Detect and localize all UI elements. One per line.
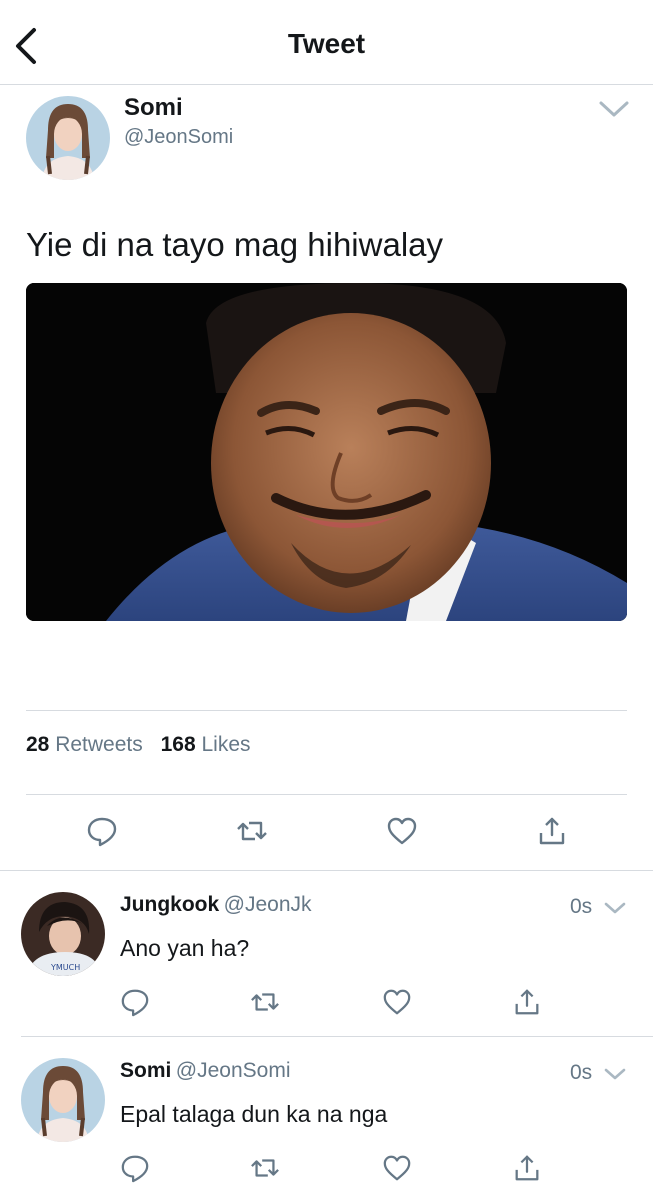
reply-icon[interactable]: [86, 815, 118, 847]
author-name[interactable]: Somi: [124, 94, 183, 122]
like-heart-icon[interactable]: [382, 987, 412, 1017]
like-heart-icon[interactable]: [386, 815, 418, 847]
reply-tweet[interactable]: YMUCH Jungkook @JeonJk 0s Ano yan ha?: [0, 871, 653, 1036]
reply-author-avatar[interactable]: [21, 1058, 105, 1142]
reply-author-name[interactable]: Jungkook: [120, 893, 219, 916]
svg-text:YMUCH: YMUCH: [50, 963, 80, 972]
reply-text: Ano yan ha?: [120, 935, 250, 961]
likes-label[interactable]: Likes: [201, 733, 250, 756]
reply-author-avatar[interactable]: YMUCH: [21, 892, 105, 976]
chevron-down-icon[interactable]: [598, 98, 630, 120]
retweet-icon[interactable]: [250, 1153, 280, 1183]
reply-text: Epal talaga dun ka na nga: [120, 1101, 388, 1127]
divider: [26, 710, 627, 711]
retweet-icon[interactable]: [236, 815, 268, 847]
author-avatar[interactable]: [26, 96, 110, 180]
top-bar: Tweet: [0, 0, 653, 85]
reply-icon[interactable]: [120, 1153, 150, 1183]
tweet-text: Yie di na tayo mag hihiwalay: [26, 226, 444, 263]
share-icon[interactable]: [536, 815, 568, 847]
reply-author-handle[interactable]: @JeonSomi: [176, 1059, 291, 1082]
page-title: Tweet: [287, 28, 366, 59]
chevron-down-icon[interactable]: [604, 901, 626, 915]
retweets-count[interactable]: 28: [26, 733, 49, 756]
reply-icon[interactable]: [120, 987, 150, 1017]
retweets-label[interactable]: Retweets: [55, 733, 143, 756]
reply-timestamp: 0s: [570, 895, 593, 918]
divider: [26, 794, 627, 795]
likes-count[interactable]: 168: [161, 733, 196, 756]
share-icon[interactable]: [512, 1153, 542, 1183]
reply-timestamp: 0s: [570, 1061, 593, 1084]
reply-tweet[interactable]: Somi @JeonSomi 0s Epal talaga dun ka na …: [0, 1037, 653, 1200]
reply-author-name[interactable]: Somi: [120, 1059, 171, 1082]
share-icon[interactable]: [512, 987, 542, 1017]
tweet-stats: 28 Retweets 168 Likes: [26, 733, 251, 757]
reply-author-handle[interactable]: @JeonJk: [224, 893, 312, 916]
like-heart-icon[interactable]: [382, 1153, 412, 1183]
author-handle[interactable]: @JeonSomi: [124, 126, 233, 149]
tweet-image[interactable]: [26, 283, 627, 621]
retweet-icon[interactable]: [250, 987, 280, 1017]
chevron-down-icon[interactable]: [604, 1067, 626, 1081]
